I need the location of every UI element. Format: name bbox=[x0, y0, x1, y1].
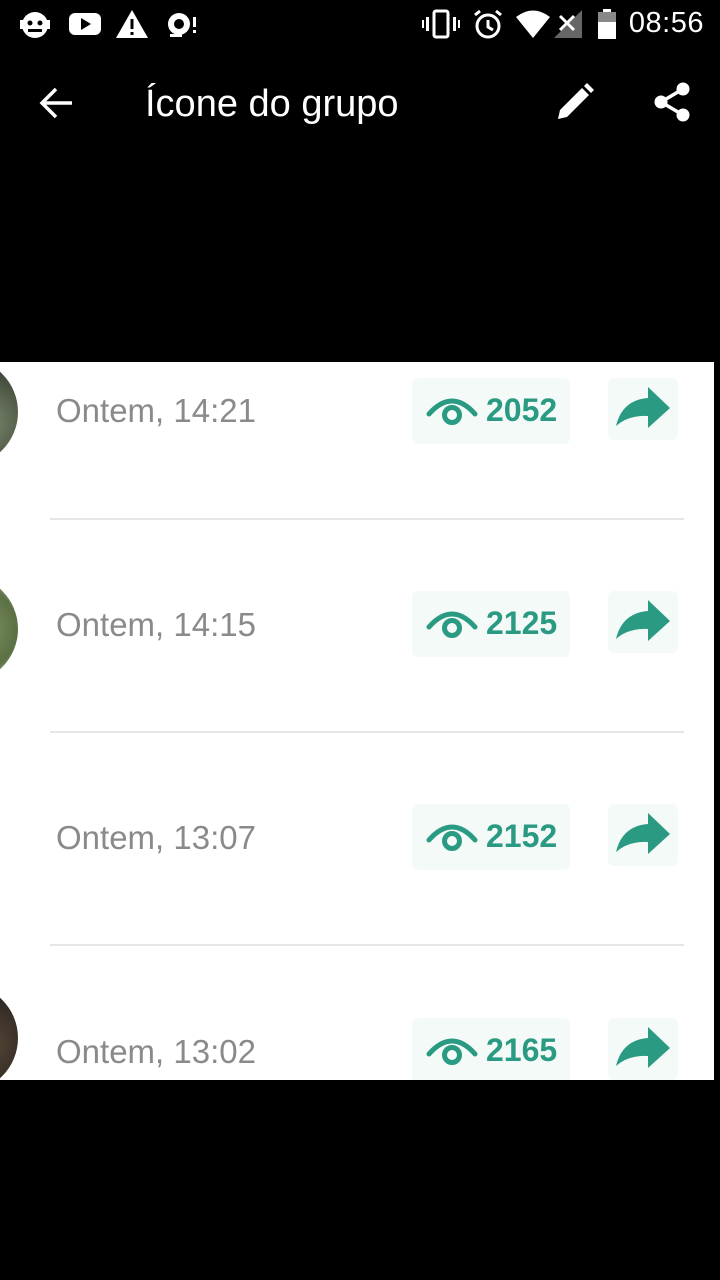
message-row: Ontem, 14:21 2052 bbox=[0, 362, 714, 542]
eye-icon bbox=[426, 394, 478, 433]
forward-button[interactable] bbox=[608, 1018, 678, 1080]
forward-arrow-icon bbox=[608, 600, 678, 657]
arrow-left-icon bbox=[38, 85, 74, 126]
back-button[interactable] bbox=[26, 75, 86, 135]
message-time: Ontem, 13:07 bbox=[56, 819, 256, 856]
youtube-icon bbox=[68, 8, 102, 40]
avatar bbox=[0, 362, 18, 466]
divider bbox=[50, 518, 684, 520]
view-count: 2165 bbox=[486, 1032, 558, 1068]
alarm-icon bbox=[471, 8, 505, 40]
edit-button[interactable] bbox=[545, 74, 605, 134]
eye-icon bbox=[426, 1034, 478, 1073]
forward-button[interactable] bbox=[608, 591, 678, 653]
message-row: Ontem, 13:02 2165 bbox=[0, 984, 714, 1080]
message-time: Ontem, 14:21 bbox=[56, 392, 256, 429]
message-row: Ontem, 14:15 2125 bbox=[0, 575, 714, 755]
share-icon bbox=[652, 81, 692, 128]
eye-icon bbox=[426, 820, 478, 859]
message-time: Ontem, 13:02 bbox=[56, 1033, 256, 1070]
forward-button[interactable] bbox=[608, 378, 678, 440]
avatar bbox=[0, 575, 18, 683]
eye-icon bbox=[426, 607, 478, 646]
views-badge: 2125 bbox=[412, 591, 570, 657]
view-count: 2152 bbox=[486, 818, 558, 854]
android-debug-icon bbox=[18, 8, 52, 40]
message-row: Ontem, 13:07 2152 bbox=[0, 788, 714, 968]
divider bbox=[50, 944, 684, 946]
group-icon-image: Ontem, 14:21 2052 Ontem, 14:15 2125 Onte… bbox=[0, 362, 714, 1080]
avatar bbox=[0, 984, 18, 1080]
views-badge: 2052 bbox=[412, 378, 570, 444]
status-bar: 08:56 bbox=[0, 0, 720, 48]
forward-arrow-icon bbox=[608, 1027, 678, 1080]
wifi-icon bbox=[515, 8, 550, 40]
page-title: Ícone do grupo bbox=[145, 83, 399, 125]
pencil-icon bbox=[555, 82, 595, 127]
forward-arrow-icon bbox=[608, 387, 678, 444]
image-viewer[interactable]: Ontem, 14:21 2052 Ontem, 14:15 2125 Onte… bbox=[0, 160, 720, 1280]
forward-arrow-icon bbox=[608, 813, 678, 870]
app-bar: Ícone do grupo bbox=[0, 48, 720, 160]
divider bbox=[50, 731, 684, 733]
share-button[interactable] bbox=[642, 74, 702, 134]
status-time: 08:56 bbox=[628, 7, 704, 39]
vibrate-icon bbox=[422, 8, 460, 40]
view-count: 2052 bbox=[486, 392, 558, 428]
message-time: Ontem, 14:15 bbox=[56, 606, 256, 643]
views-badge: 2152 bbox=[412, 804, 570, 870]
views-badge: 2165 bbox=[412, 1018, 570, 1080]
headset-icon bbox=[164, 8, 198, 40]
view-count: 2125 bbox=[486, 605, 558, 641]
signal-icon bbox=[552, 8, 586, 40]
warning-icon bbox=[115, 8, 149, 40]
forward-button[interactable] bbox=[608, 804, 678, 866]
battery-icon bbox=[596, 8, 618, 40]
